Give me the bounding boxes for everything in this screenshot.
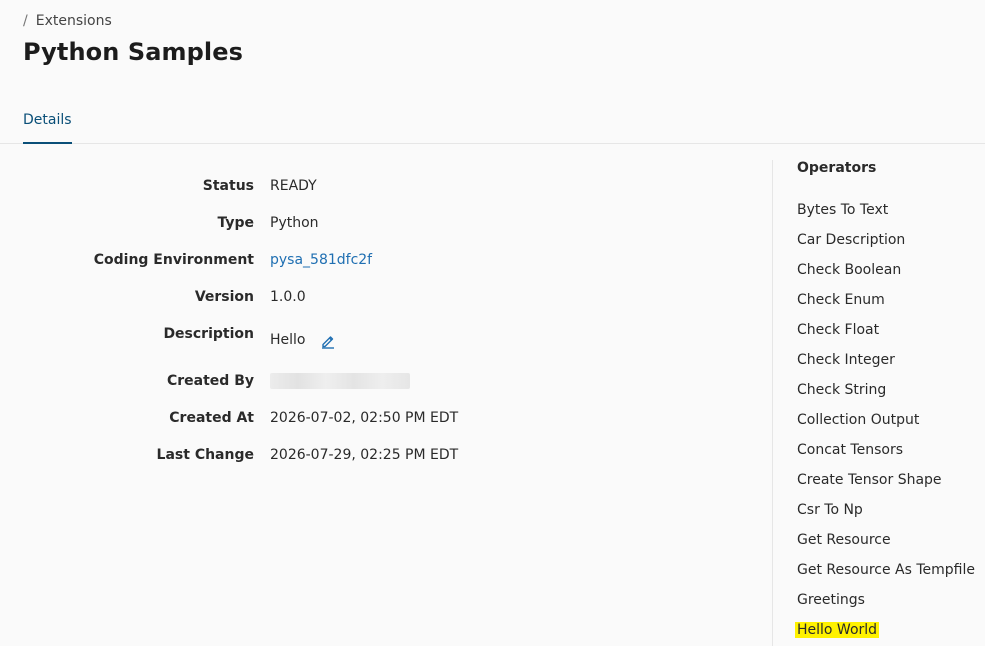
description-value: Hello	[270, 331, 336, 349]
operator-item[interactable]: Check Enum	[797, 292, 982, 322]
breadcrumb: / Extensions	[23, 13, 112, 29]
redacted-user-name	[270, 373, 410, 389]
operator-item-label: Check Float	[797, 322, 880, 338]
coding-environment-label: Coding Environment	[93, 252, 254, 268]
operator-item-label: Csr To Np	[797, 502, 863, 518]
operator-item[interactable]: Greetings	[797, 592, 982, 622]
operators-panel: Operators Bytes To Text Car Description Ch…	[795, 160, 982, 646]
version-row: Version 1.0.0	[0, 289, 760, 305]
created-by-value	[270, 373, 410, 389]
extension-details-page: / Extensions Python Samples Details Stat…	[0, 0, 985, 646]
operator-item-label: Car Description	[797, 232, 906, 248]
operator-item[interactable]: Check Integer	[797, 352, 982, 382]
operator-item-label: Hello World	[795, 622, 880, 638]
type-label: Type	[217, 215, 254, 231]
operator-item[interactable]: Concat Tensors	[797, 442, 982, 472]
operator-item[interactable]: Hello World	[795, 622, 982, 646]
operator-item-label: Check Boolean	[797, 262, 902, 278]
created-by-row: Created By	[0, 373, 760, 389]
description-row: Description Hello	[0, 326, 760, 349]
operator-item-label: Check Enum	[797, 292, 885, 308]
operator-item[interactable]: Get Resource As Tempfile	[797, 562, 982, 592]
last-change-label: Last Change	[156, 447, 254, 463]
operator-item[interactable]: Create Tensor Shape	[797, 472, 982, 502]
status-label: Status	[202, 178, 254, 194]
tab-bar: Details	[0, 108, 985, 144]
operator-item[interactable]: Get Resource	[797, 532, 982, 562]
operator-item-label: Get Resource	[797, 532, 891, 548]
operator-item-label: Create Tensor Shape	[797, 472, 942, 488]
created-by-label: Created By	[166, 373, 254, 389]
operator-item-label: Check Integer	[797, 352, 895, 368]
operator-item[interactable]: Check String	[797, 382, 982, 412]
tab-details[interactable]: Details	[23, 108, 72, 144]
created-at-value: 2026-07-02, 02:50 PM EDT	[270, 410, 459, 426]
operator-item[interactable]: Bytes To Text	[797, 202, 982, 232]
page-title: Python Samples	[23, 38, 244, 66]
operator-item[interactable]: Collection Output	[797, 412, 982, 442]
version-value: 1.0.0	[270, 289, 306, 305]
operator-item-label: Collection Output	[797, 412, 920, 428]
operator-item-label: Check String	[797, 382, 887, 398]
operators-list: Bytes To Text Car Description Check Boolea…	[795, 202, 982, 646]
operators-title: Operators	[797, 160, 877, 176]
operator-item[interactable]: Car Description	[797, 232, 982, 262]
operator-item[interactable]: Check Boolean	[797, 262, 982, 292]
panel-divider	[772, 160, 773, 646]
coding-environment-link[interactable]: pysa_581dfc2f	[270, 252, 372, 268]
version-label: Version	[194, 289, 254, 305]
operator-item-label: Bytes To Text	[797, 202, 889, 218]
last-change-value: 2026-07-29, 02:25 PM EDT	[270, 447, 459, 463]
type-row: Type Python	[0, 215, 760, 231]
breadcrumb-separator: /	[23, 13, 28, 29]
created-at-label: Created At	[169, 410, 254, 426]
coding-environment-row: Coding Environment pysa_581dfc2f	[0, 252, 760, 268]
coding-environment-value: pysa_581dfc2f	[270, 252, 372, 268]
created-at-row: Created At 2026-07-02, 02:50 PM EDT	[0, 410, 760, 426]
operator-item[interactable]: Csr To Np	[797, 502, 982, 532]
operator-item[interactable]: Check Float	[797, 322, 982, 352]
operator-item-label: Get Resource As Tempfile	[797, 562, 976, 578]
status-row: Status READY	[0, 178, 760, 194]
description-text: Hello	[270, 332, 306, 348]
type-value: Python	[270, 215, 319, 231]
breadcrumb-item-extensions[interactable]: Extensions	[36, 13, 112, 29]
operator-item-label: Greetings	[797, 592, 865, 608]
status-value: READY	[270, 178, 317, 194]
last-change-row: Last Change 2026-07-29, 02:25 PM EDT	[0, 447, 760, 463]
operator-item-label: Concat Tensors	[797, 442, 903, 458]
description-label: Description	[163, 326, 254, 342]
edit-pencil-icon[interactable]	[320, 333, 336, 349]
